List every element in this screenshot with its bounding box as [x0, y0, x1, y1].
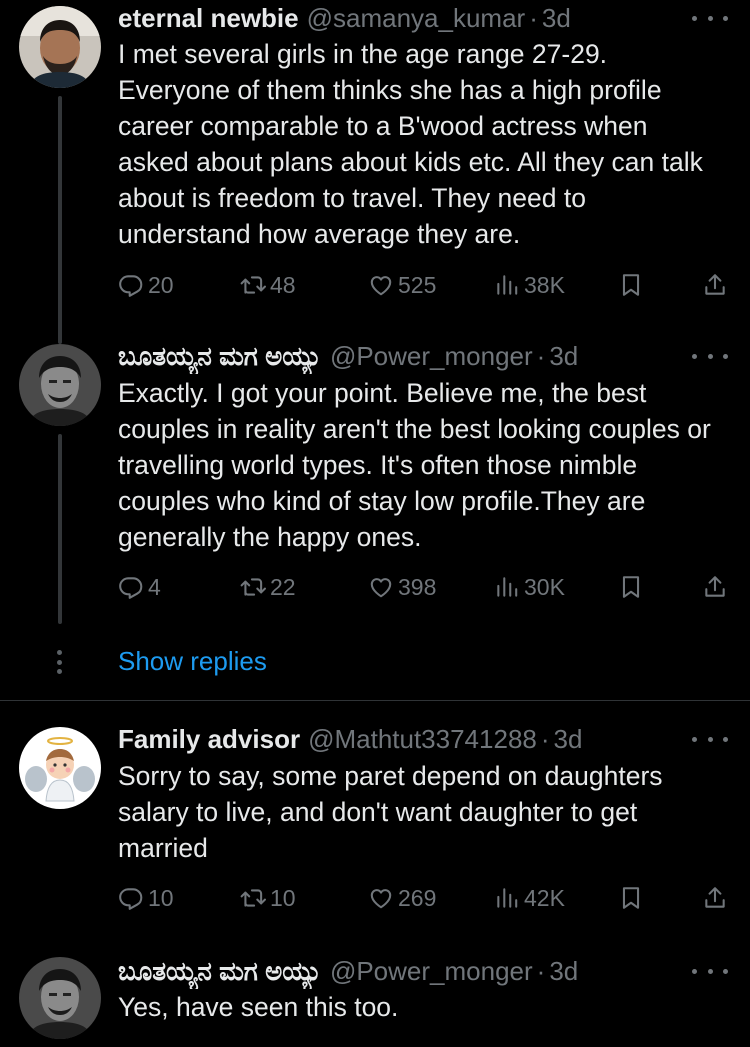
retweet-icon	[240, 574, 266, 600]
share-icon	[702, 272, 728, 298]
avatar[interactable]	[19, 344, 101, 426]
tweet-text: Sorry to say, some paret depend on daugh…	[118, 761, 663, 863]
views-icon	[494, 272, 520, 298]
retweet-button[interactable]: 10	[240, 880, 296, 916]
like-count: 398	[398, 573, 437, 600]
retweet-count: 48	[270, 271, 296, 298]
share-button[interactable]	[702, 569, 732, 605]
user-handle[interactable]: @Mathtut33741288	[308, 721, 537, 757]
bookmark-icon	[618, 574, 644, 600]
like-count: 525	[398, 271, 437, 298]
display-name[interactable]: Family advisor	[118, 721, 300, 757]
action-bar: 10 10 269 42K	[118, 880, 728, 916]
share-button[interactable]	[702, 267, 732, 303]
separator-dot: ·	[529, 3, 538, 33]
retweet-count: 10	[270, 884, 296, 911]
like-icon	[368, 574, 394, 600]
views-count: 38K	[524, 271, 565, 298]
views-icon	[494, 574, 520, 600]
bookmark-button[interactable]	[618, 569, 648, 605]
tweet-text: Exactly. I got your point. Believe me, t…	[118, 378, 711, 552]
timestamp[interactable]: 3d	[554, 721, 583, 757]
avatar[interactable]	[19, 6, 101, 88]
retweet-icon	[240, 885, 266, 911]
timestamp[interactable]: 3d	[549, 338, 578, 374]
like-button[interactable]: 525	[368, 267, 436, 303]
reply-icon	[118, 272, 144, 298]
tweet-text: Yes, have seen this too.	[118, 992, 399, 1022]
avatar[interactable]	[19, 957, 101, 1039]
separator-dot: ·	[540, 724, 550, 754]
action-bar: 4 22 398 30K	[118, 569, 728, 605]
more-icon[interactable]	[692, 346, 728, 366]
more-icon[interactable]	[692, 961, 728, 981]
timestamp[interactable]: 3d	[549, 953, 578, 989]
separator-dot: ·	[536, 341, 546, 371]
views-button[interactable]: 30K	[494, 569, 565, 605]
show-replies-link[interactable]: Show replies	[118, 646, 267, 677]
tweet[interactable]: eternal newbie @samanya_kumar · 3d I met…	[0, 0, 750, 320]
retweet-button[interactable]: 48	[240, 267, 296, 303]
tweet[interactable]: Family advisor @Mathtut33741288 · 3d Sor…	[0, 721, 750, 941]
share-icon	[702, 885, 728, 911]
retweet-icon	[240, 272, 266, 298]
bookmark-icon	[618, 885, 644, 911]
views-button[interactable]: 38K	[494, 267, 565, 303]
avatar[interactable]	[19, 727, 101, 809]
views-button[interactable]: 42K	[494, 880, 565, 916]
tweet-header: ಬೂತಯ್ಯನ ಮಗ ಅಯ್ಯು @Power_monger · 3d	[118, 953, 690, 989]
tweet-header: ಬೂತಯ್ಯನ ಮಗ ಅಯ್ಯು @Power_monger · 3d	[118, 338, 690, 374]
timeline: eternal newbie @samanya_kumar · 3d I met…	[0, 0, 750, 1047]
tweet[interactable]: ಬೂತಯ್ಯನ ಮಗ ಅಯ್ಯು @Power_monger · 3d Yes,…	[0, 953, 750, 1047]
reply-icon	[118, 885, 144, 911]
tweet[interactable]: ಬೂತಯ್ಯನ ಮಗ ಅಯ್ಯು @Power_monger · 3d Exac…	[0, 338, 750, 638]
bookmark-icon	[618, 272, 644, 298]
reply-icon	[118, 574, 144, 600]
tweet-text: I met several girls in the age range 27-…	[118, 39, 703, 249]
thread-more-dots	[56, 650, 62, 674]
like-button[interactable]: 269	[368, 880, 436, 916]
user-handle[interactable]: @Power_monger	[330, 338, 533, 374]
views-count: 42K	[524, 884, 565, 911]
timestamp[interactable]: 3d	[542, 0, 571, 36]
reply-count: 4	[148, 573, 161, 600]
like-button[interactable]: 398	[368, 569, 436, 605]
retweet-count: 22	[270, 573, 296, 600]
tweet-header: eternal newbie @samanya_kumar · 3d	[118, 0, 690, 36]
bookmark-button[interactable]	[618, 880, 648, 916]
display-name[interactable]: ಬೂತಯ್ಯನ ಮಗ ಅಯ್ಯು	[118, 338, 322, 374]
more-icon[interactable]	[692, 729, 728, 749]
user-handle[interactable]: @Power_monger	[330, 953, 533, 989]
bookmark-button[interactable]	[618, 267, 648, 303]
reply-count: 10	[148, 884, 174, 911]
like-count: 269	[398, 884, 437, 911]
divider	[0, 700, 750, 701]
separator-dot: ·	[536, 956, 546, 986]
share-icon	[702, 574, 728, 600]
share-button[interactable]	[702, 880, 732, 916]
more-icon[interactable]	[692, 8, 728, 28]
retweet-button[interactable]: 22	[240, 569, 296, 605]
reply-count: 20	[148, 271, 174, 298]
reply-button[interactable]: 10	[118, 880, 174, 916]
reply-button[interactable]: 4	[118, 569, 161, 605]
reply-button[interactable]: 20	[118, 267, 174, 303]
display-name[interactable]: eternal newbie	[118, 0, 299, 36]
tweet-header: Family advisor @Mathtut33741288 · 3d	[118, 721, 690, 757]
views-count: 30K	[524, 573, 565, 600]
views-icon	[494, 885, 520, 911]
action-bar: 20 48 525 38K	[118, 267, 728, 303]
like-icon	[368, 272, 394, 298]
display-name[interactable]: ಬೂತಯ್ಯನ ಮಗ ಅಯ್ಯು	[118, 953, 322, 989]
like-icon	[368, 885, 394, 911]
user-handle[interactable]: @samanya_kumar	[307, 0, 526, 36]
